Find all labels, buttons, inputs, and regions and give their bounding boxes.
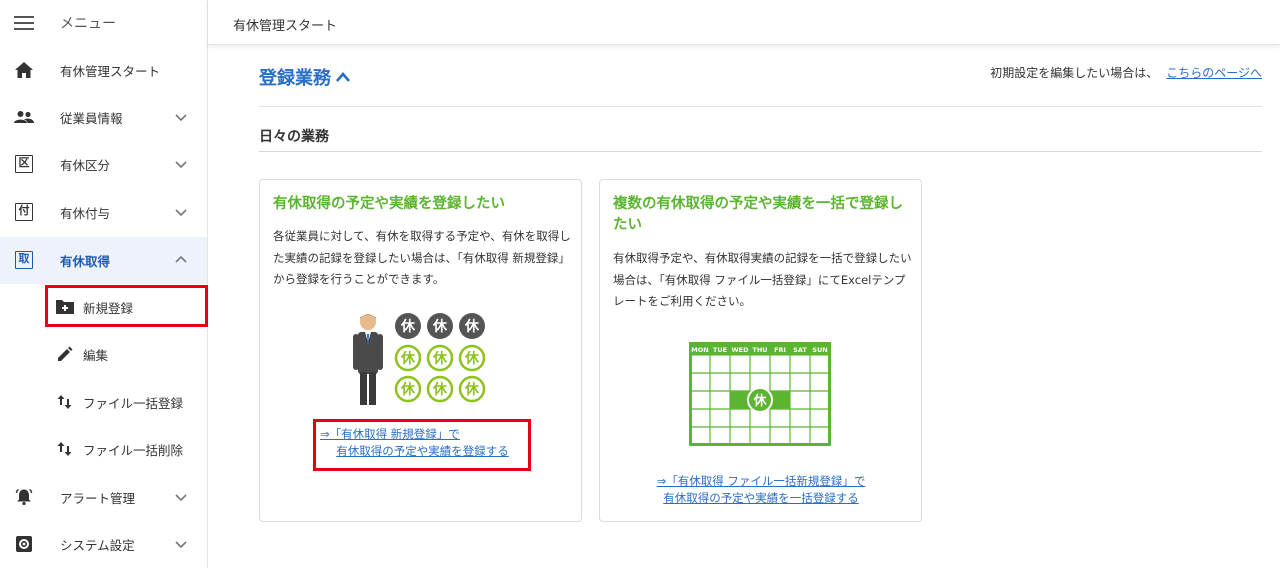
holiday-glyph: 休 bbox=[464, 350, 480, 367]
sidebar-subitem-edit[interactable]: 編集 bbox=[0, 331, 207, 378]
sidebar-item-yukyu-start[interactable]: 有休管理スタート bbox=[0, 47, 207, 94]
card-title: 複数の有休取得の予定や実績を一括で登録したい bbox=[613, 196, 903, 233]
employee-holiday-illustration: 休 休 休 休 休 休 休 休 休 bbox=[353, 313, 486, 405]
card-title: 有休取得の予定や実績を登録したい bbox=[273, 196, 505, 212]
settings-hint-text: 初期設定を編集したい場合は、 bbox=[990, 66, 1159, 80]
subsection-title: 日々の業務 bbox=[259, 129, 329, 145]
settings-hint: 初期設定を編集したい場合は、 こちらのページへ bbox=[990, 64, 1262, 81]
calendar-day-label: TUE bbox=[713, 346, 727, 354]
hamburger-menu-button[interactable] bbox=[0, 15, 48, 30]
divider bbox=[259, 106, 1262, 107]
chevron-up-icon bbox=[336, 72, 350, 82]
sidebar-item-label: 従業員情報 bbox=[60, 111, 123, 126]
sidebar-subitem-label: ファイル一括削除 bbox=[83, 443, 184, 458]
calendar-day-label: THU bbox=[752, 346, 767, 354]
sidebar-header: メニュー bbox=[0, 0, 207, 45]
calendar-day-label: FRI bbox=[774, 346, 786, 354]
shu-icon: 取 bbox=[14, 250, 34, 270]
sidebar-subitem-file-bulk-delete[interactable]: ファイル一括削除 bbox=[0, 426, 207, 473]
sidebar-subitem-file-bulk-register[interactable]: ファイル一括登録 bbox=[0, 379, 207, 426]
bulk-registration-link[interactable]: ⇒「有休取得 ファイル一括新規登録」で 有休取得の予定や実績を一括登録する bbox=[635, 473, 887, 507]
chevron-down-icon bbox=[175, 114, 187, 122]
calendar-day-label: SAT bbox=[793, 346, 807, 354]
sidebar-item-employee[interactable]: 従業員情報 bbox=[0, 94, 207, 141]
sidebar-item-label: システム設定 bbox=[60, 538, 135, 553]
swap-vertical-icon bbox=[56, 393, 74, 411]
section-title: 登録業務 bbox=[259, 68, 331, 89]
top-bar: 有休管理スタート bbox=[208, 0, 1280, 45]
calendar-day-label: WED bbox=[731, 346, 749, 354]
bell-icon bbox=[14, 487, 34, 507]
fu-icon: 付 bbox=[14, 202, 34, 222]
hamburger-icon bbox=[14, 15, 34, 30]
link-line-2: 有休取得の予定や実績を一括登録する bbox=[663, 491, 859, 505]
page-title: 有休管理スタート bbox=[233, 19, 338, 34]
card-description: 各従業員に対して、有休を取得する予定や、有休を取得した実績の記録を登録したい場合… bbox=[273, 229, 571, 286]
divider bbox=[259, 151, 1262, 152]
ku-icon: 区 bbox=[14, 154, 34, 174]
section-toggle-registration[interactable]: 登録業務 bbox=[259, 64, 351, 90]
menu-label: メニュー bbox=[60, 15, 116, 32]
holiday-glyph: 休 bbox=[400, 350, 416, 367]
holiday-glyph: 休 bbox=[432, 381, 448, 398]
holiday-glyph: 休 bbox=[432, 318, 448, 335]
card-description: 有休取得予定や、有休取得実績の記録を一括で登録したい場合は、「有休取得 ファイル… bbox=[613, 251, 912, 308]
sidebar-subitem-label: 編集 bbox=[83, 348, 109, 363]
holiday-glyph: 休 bbox=[464, 381, 480, 398]
chevron-down-icon bbox=[175, 209, 187, 217]
home-icon bbox=[14, 60, 34, 80]
settings-page-link[interactable]: こちらのページへ bbox=[1166, 66, 1262, 80]
highlight-frame-new-registration bbox=[45, 285, 208, 327]
link-line-1: ⇒「有休取得 ファイル一括新規登録」で bbox=[656, 474, 866, 488]
sidebar-item-alert[interactable]: アラート管理 bbox=[0, 474, 207, 521]
chevron-up-icon bbox=[175, 255, 187, 263]
people-icon bbox=[14, 107, 34, 127]
sidebar-item-yukyu-fuyo[interactable]: 付 有休付与 bbox=[0, 189, 207, 236]
chevron-down-icon bbox=[175, 541, 187, 549]
calendar-illustration: MON TUE WED THU FRI SAT SUN 休 bbox=[689, 342, 831, 446]
sidebar-item-yukyu-kubun[interactable]: 区 有休区分 bbox=[0, 141, 207, 188]
sidebar-item-label: 有休取得 bbox=[60, 254, 111, 269]
calendar-day-label: MON bbox=[691, 346, 708, 354]
fu-glyph: 付 bbox=[15, 203, 33, 221]
sidebar: メニュー 有休管理スタート 従業員情報 区 有休区分 付 有休付与 取 有休取得… bbox=[0, 0, 208, 568]
sidebar-item-yukyu-shutoku[interactable]: 取 有休取得 bbox=[0, 237, 207, 284]
holiday-glyph: 休 bbox=[400, 381, 416, 398]
shu-glyph: 取 bbox=[15, 251, 33, 269]
card-bulk-registration: 複数の有休取得の予定や実績を一括で登録したい 有休取得予定や、有休取得実績の記録… bbox=[599, 179, 922, 522]
sidebar-item-label: アラート管理 bbox=[60, 491, 136, 506]
holiday-glyph: 休 bbox=[752, 393, 767, 409]
sidebar-subitem-label: ファイル一括登録 bbox=[83, 396, 184, 411]
swap-vertical-icon bbox=[56, 440, 74, 458]
settings-icon bbox=[14, 534, 34, 554]
calendar-day-label: SUN bbox=[812, 346, 827, 354]
highlight-frame-link bbox=[313, 419, 531, 471]
holiday-glyph: 休 bbox=[400, 318, 416, 335]
main-content: 登録業務 初期設定を編集したい場合は、 こちらのページへ 日々の業務 有休取得の予… bbox=[208, 46, 1280, 568]
pencil-icon bbox=[56, 345, 74, 363]
sidebar-item-label: 有休付与 bbox=[60, 206, 111, 221]
holiday-glyph: 休 bbox=[432, 350, 448, 367]
sidebar-item-label: 有休管理スタート bbox=[60, 64, 161, 79]
chevron-down-icon bbox=[175, 161, 187, 169]
chevron-down-icon bbox=[175, 494, 187, 502]
sidebar-item-system-settings[interactable]: システム設定 bbox=[0, 521, 207, 568]
holiday-glyph: 休 bbox=[464, 318, 480, 335]
ku-glyph: 区 bbox=[15, 155, 33, 173]
sidebar-item-label: 有休区分 bbox=[60, 158, 111, 173]
